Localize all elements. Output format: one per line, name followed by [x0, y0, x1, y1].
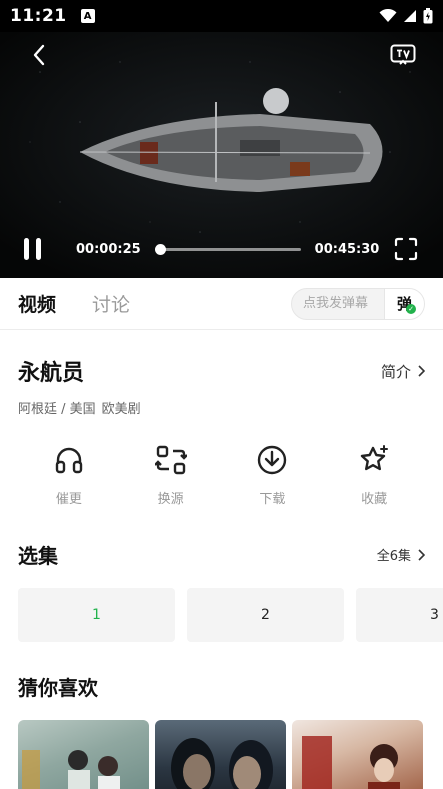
check-icon: ✓ [406, 303, 416, 314]
all-episodes-label: 全6集 [376, 549, 411, 564]
download-button[interactable]: 下载 [222, 444, 324, 507]
chevron-right-icon [418, 548, 425, 561]
danmu-input[interactable] [292, 288, 384, 319]
episodes-title: 选集 [18, 544, 58, 568]
episodes-header: 选集 全6集 [18, 540, 425, 569]
pause-button[interactable] [24, 236, 54, 262]
episode-button[interactable]: 1 [18, 588, 175, 642]
pause-icon-bar [36, 238, 41, 260]
current-time: 00:00:25 [76, 241, 141, 257]
danmu-toggle-button[interactable]: 弹 ✓ [384, 288, 424, 319]
danmu-box: 弹 ✓ [291, 287, 425, 320]
episode-list: 123 [18, 588, 443, 642]
wifi-icon [379, 9, 397, 22]
intro-label: 简介 [380, 362, 411, 381]
episode-button[interactable]: 3 [356, 588, 443, 642]
back-button[interactable] [26, 42, 52, 68]
title-row: 永航员 简介 [18, 355, 425, 387]
duration: 00:45:30 [314, 241, 380, 257]
action-label: 催更 [55, 492, 82, 507]
poster-image [22, 750, 120, 789]
action-label: 换源 [157, 492, 184, 507]
switch-source-button[interactable]: 换源 [120, 444, 222, 507]
switch-source-icon [154, 444, 187, 476]
action-label: 下载 [259, 492, 286, 507]
content-tabs: 视频 讨论 弹 ✓ [0, 278, 443, 330]
recommendation-list [18, 720, 443, 789]
action-row: 催更 换源 下载 收藏 [18, 444, 425, 507]
status-icons [379, 8, 433, 24]
video-player[interactable]: 00:00:25 00:45:30 [0, 32, 443, 278]
intro-link[interactable]: 简介 [381, 361, 425, 382]
poster-image [302, 736, 400, 789]
progress-knob[interactable] [154, 243, 166, 255]
poster-image [171, 738, 273, 789]
show-title: 永航员 [18, 361, 85, 386]
episode-button[interactable]: 2 [187, 588, 344, 642]
headphones-icon [53, 444, 85, 476]
chevron-right-icon [418, 365, 425, 377]
recommendation-card[interactable] [18, 720, 149, 789]
urge-update-button[interactable]: 催更 [18, 444, 120, 507]
signal-icon [404, 10, 416, 22]
star-icon [358, 444, 390, 476]
status-time: 11:21 [10, 6, 67, 26]
tab-video[interactable]: 视频 [18, 290, 56, 317]
battery-icon [423, 8, 433, 24]
status-bar: 11:21 A [0, 0, 443, 32]
show-genre: 欧美剧 [101, 402, 141, 417]
pause-icon-bar [24, 238, 29, 260]
recommendation-card[interactable] [155, 720, 286, 789]
player-controls: 00:00:25 00:45:30 [0, 220, 443, 278]
recommendations-title: 猜你喜欢 [18, 676, 98, 700]
tab-discussion[interactable]: 讨论 [92, 290, 130, 317]
chevron-left-icon [33, 44, 45, 66]
notification-icon: A [80, 9, 95, 23]
download-icon [256, 444, 288, 476]
show-region: 阿根廷 / 美国 [18, 402, 96, 417]
recommendation-card[interactable] [292, 720, 423, 789]
show-meta: 阿根廷 / 美国 欧美剧 [18, 398, 141, 417]
action-label: 收藏 [361, 492, 388, 507]
cast-button[interactable] [389, 42, 417, 68]
fullscreen-button[interactable] [393, 236, 419, 262]
all-episodes-link[interactable]: 全6集 [377, 545, 425, 564]
fullscreen-icon [394, 237, 418, 261]
favorite-button[interactable]: 收藏 [323, 444, 425, 507]
tv-cast-icon [390, 44, 416, 65]
progress-bar[interactable] [154, 243, 301, 255]
